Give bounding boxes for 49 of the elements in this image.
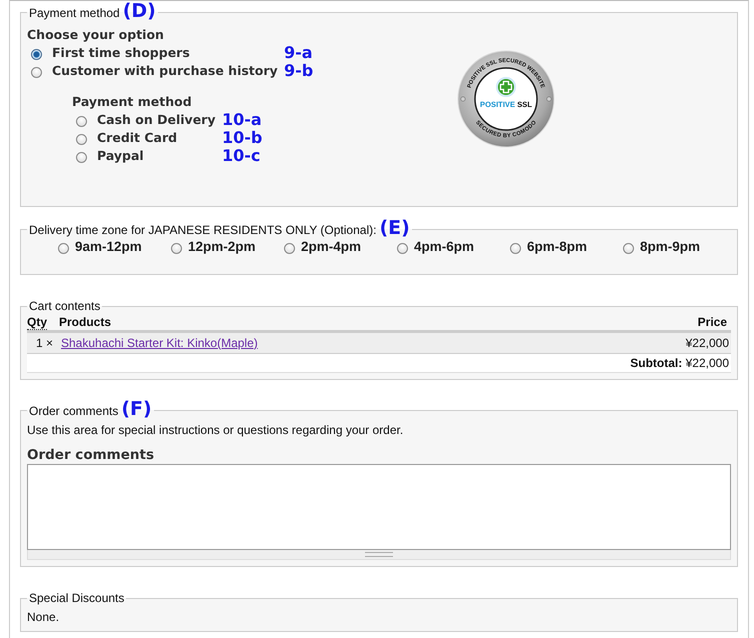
instruction-text: Use this area for special instructions or questions regarding your order.	[27, 422, 404, 438]
time-slot-label: 12pm-2pm	[188, 239, 256, 254]
panel-legend: Special Discounts	[29, 591, 124, 605]
subtotal-label: Subtotal:	[630, 356, 682, 370]
radio-button[interactable]	[171, 243, 182, 254]
radio-button[interactable]	[76, 116, 87, 126]
panel-legend: Cart contents	[29, 299, 100, 313]
annotation-label: 10-b	[222, 128, 262, 146]
time-slot-label: 2pm-4pm	[301, 239, 362, 254]
radio-button[interactable]	[76, 134, 87, 144]
column-header: Products	[59, 315, 112, 329]
payment-method-heading: Payment method	[72, 93, 193, 110]
annotation-label: 9-a	[284, 44, 313, 60]
annotation-label: (F)	[121, 398, 152, 420]
panel-legend: Order comments	[29, 404, 118, 418]
radio-button[interactable]	[623, 243, 634, 254]
column-header: Qty	[27, 315, 48, 330]
annotation-label: 9-b	[284, 62, 314, 78]
field-label: Order comments	[27, 447, 155, 463]
price-text: ¥22,000	[686, 336, 729, 350]
annotation-label: 10-c	[222, 146, 260, 164]
option-label: Paypal	[97, 148, 145, 162]
radio-button[interactable]	[31, 66, 42, 78]
radio-button[interactable]	[58, 243, 69, 254]
panel-legend: Delivery time zone for JAPANESE RESIDENTS ONLY (Optional):	[29, 223, 376, 237]
resize-grip[interactable]	[27, 550, 731, 560]
time-slot-label: 8pm-9pm	[640, 239, 700, 254]
option-heading: Choose your option	[27, 26, 165, 43]
annotation-label: (E)	[379, 217, 410, 239]
radio-button[interactable]	[31, 48, 42, 60]
time-slot-label: 6pm-8pm	[527, 239, 588, 254]
radio-button[interactable]	[510, 243, 521, 254]
discounts-text: None.	[27, 609, 60, 625]
subtotal-value: ¥22,000	[686, 356, 729, 370]
panel-legend: Payment method	[29, 6, 120, 20]
time-slot-label: 4pm-6pm	[414, 239, 474, 254]
option-label: Credit Card	[97, 130, 178, 144]
quantity-text: 1 ×	[36, 336, 53, 350]
time-slot-label: 9am-12pm	[75, 239, 142, 254]
comments-field[interactable]	[27, 464, 731, 550]
radio-button[interactable]	[76, 152, 87, 162]
option-label: Cash on Delivery	[97, 112, 216, 126]
radio-button[interactable]	[397, 243, 408, 254]
radio-button[interactable]	[284, 243, 295, 254]
option-label: First time shoppers	[52, 44, 191, 60]
column-header: Price	[698, 315, 727, 329]
option-label: Customer with purchase history	[52, 62, 279, 78]
annotation-label: (D)	[122, 1, 156, 22]
annotation-label: 10-a	[222, 110, 262, 128]
